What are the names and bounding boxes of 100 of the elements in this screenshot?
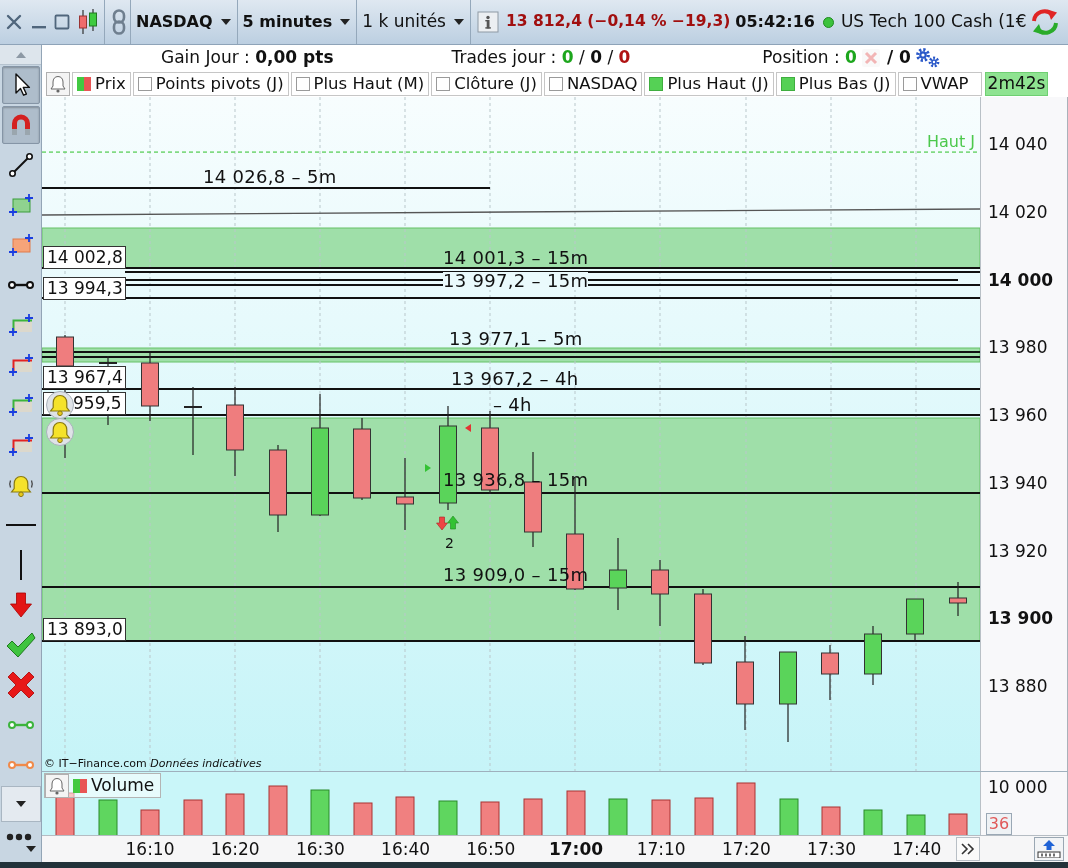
legend-item[interactable]: Plus Haut (M)	[290, 72, 430, 96]
check-icon	[5, 632, 36, 658]
candlestick	[949, 582, 967, 616]
legend-item[interactable]: Plus Bas (J)	[775, 72, 896, 96]
time-label: 17:30	[807, 838, 857, 860]
axis-label: 13 900	[988, 608, 1054, 629]
price-tag: 13 994,3	[43, 277, 126, 300]
position-summary: Position : 0	[762, 46, 857, 70]
caret-up-icon	[15, 51, 26, 58]
checkbox[interactable]	[436, 77, 451, 91]
level-label: 13 997,2 – 15m	[443, 272, 589, 290]
time-label: 17:10	[636, 838, 686, 860]
line-handles-icon	[6, 720, 35, 730]
trades-summary: Trades jour : 0 / 0 / 0	[451, 46, 631, 70]
volume-bar	[353, 802, 373, 835]
volume-bar	[651, 799, 671, 835]
instrument-name: US Tech 100 Cash (1€	[840, 10, 1027, 34]
left-triangle-icon	[465, 424, 471, 432]
price-tag: 13 967,4	[43, 366, 126, 389]
candlestick	[864, 626, 882, 685]
bracket-rectangle-icon	[6, 352, 35, 378]
gear-icon[interactable]	[914, 47, 941, 69]
time-label: 17:00	[548, 838, 604, 860]
line-handles-icon	[6, 280, 35, 290]
candlestick	[906, 598, 924, 640]
axis-label: 13 880	[988, 676, 1048, 696]
quantity-dropdown[interactable]: 1 k unités	[356, 0, 471, 44]
volume-bar	[98, 799, 118, 835]
legend-item[interactable]: Plus Haut (J)	[644, 72, 774, 96]
symbol-dropdown[interactable]: NASDAQ	[130, 0, 237, 44]
volume-bar	[438, 800, 458, 835]
volume-bar	[948, 813, 968, 835]
info-icon[interactable]	[476, 11, 499, 33]
arrow-up-icon	[1037, 840, 1061, 858]
checkbox[interactable]	[295, 77, 310, 91]
time-label: 16:50	[466, 838, 516, 860]
time-label: 16:40	[381, 838, 431, 860]
level-label: 14 026,8 – 5m	[203, 168, 337, 186]
gain-summary: Gain Jour : 0,00 pts	[161, 46, 334, 70]
time-label: 16:20	[210, 838, 260, 860]
time-label: 17:20	[721, 838, 771, 860]
level-label: – 4h	[493, 396, 532, 414]
axis-label: 14 040	[988, 134, 1048, 154]
countdown-timer: 2m42s	[985, 72, 1048, 96]
bracket-rectangle-icon	[6, 312, 35, 338]
period-dropdown[interactable]: 5 minutes	[236, 0, 357, 44]
cross-icon	[6, 671, 35, 699]
checkbox[interactable]	[780, 77, 795, 91]
volume-bar	[694, 797, 714, 835]
axis-label: 10 000	[988, 777, 1048, 797]
bracket-rectangle-icon	[6, 432, 35, 458]
legend-item[interactable]: Clôture (J)	[431, 72, 542, 96]
status-dot-icon	[822, 16, 834, 28]
time-label: 16:30	[295, 838, 345, 860]
down-arrow-icon	[8, 592, 33, 618]
checkbox[interactable]	[649, 77, 664, 91]
axis-label: 14 020	[988, 201, 1048, 222]
close-icon[interactable]	[5, 13, 23, 31]
day-high-label: Haut J	[926, 133, 975, 151]
price-tag: 14 002,8	[43, 246, 126, 269]
rectangle-icon	[6, 232, 35, 258]
volume-bar	[608, 798, 628, 835]
checkbox[interactable]	[548, 77, 563, 91]
volume-bar	[480, 801, 500, 835]
candlestick	[141, 353, 159, 421]
volume-bar	[395, 796, 415, 835]
caret-icon	[453, 19, 464, 25]
volume-bar	[268, 785, 288, 835]
time-label: 17:40	[892, 838, 942, 860]
tool-button[interactable]	[1, 66, 40, 104]
scroll-right-button[interactable]	[956, 837, 980, 861]
volume-count: 36	[986, 813, 1012, 835]
quote-time: 05:42:16	[735, 11, 815, 33]
caret-icon	[220, 19, 231, 25]
link-icon[interactable]	[110, 9, 128, 35]
candlestick	[184, 387, 202, 455]
legend-item[interactable]: Prix	[72, 72, 131, 96]
up-arrow-icon	[447, 515, 459, 530]
down-arrow-icon	[436, 516, 448, 531]
tools-menu-button[interactable]	[0, 786, 41, 822]
legend-item[interactable]: Volume	[44, 773, 162, 798]
checkbox[interactable]	[137, 77, 152, 91]
line-handles-icon	[6, 760, 35, 770]
volume-bar	[821, 806, 841, 835]
level-label: 13 977,1 – 5m	[449, 330, 583, 348]
volume-bar	[523, 798, 543, 835]
caret-icon	[15, 801, 26, 807]
panel-toggle-button[interactable]	[1034, 837, 1064, 861]
rectangle-icon	[6, 192, 35, 218]
maximize-icon[interactable]	[54, 14, 70, 30]
time-label: 16:10	[125, 838, 175, 860]
bracket-rectangle-icon	[6, 392, 35, 418]
checkbox[interactable]	[902, 77, 917, 91]
legend-item[interactable]: NASDAQ	[543, 72, 643, 96]
line-tool-icon	[6, 151, 35, 179]
bell-icon[interactable]	[46, 391, 74, 419]
legend-item[interactable]: Points pivots (J)	[132, 72, 289, 96]
legend-item[interactable]: VWAP	[897, 72, 982, 96]
axis-label: 13 980	[988, 337, 1048, 358]
right-triangle-icon	[425, 464, 431, 472]
